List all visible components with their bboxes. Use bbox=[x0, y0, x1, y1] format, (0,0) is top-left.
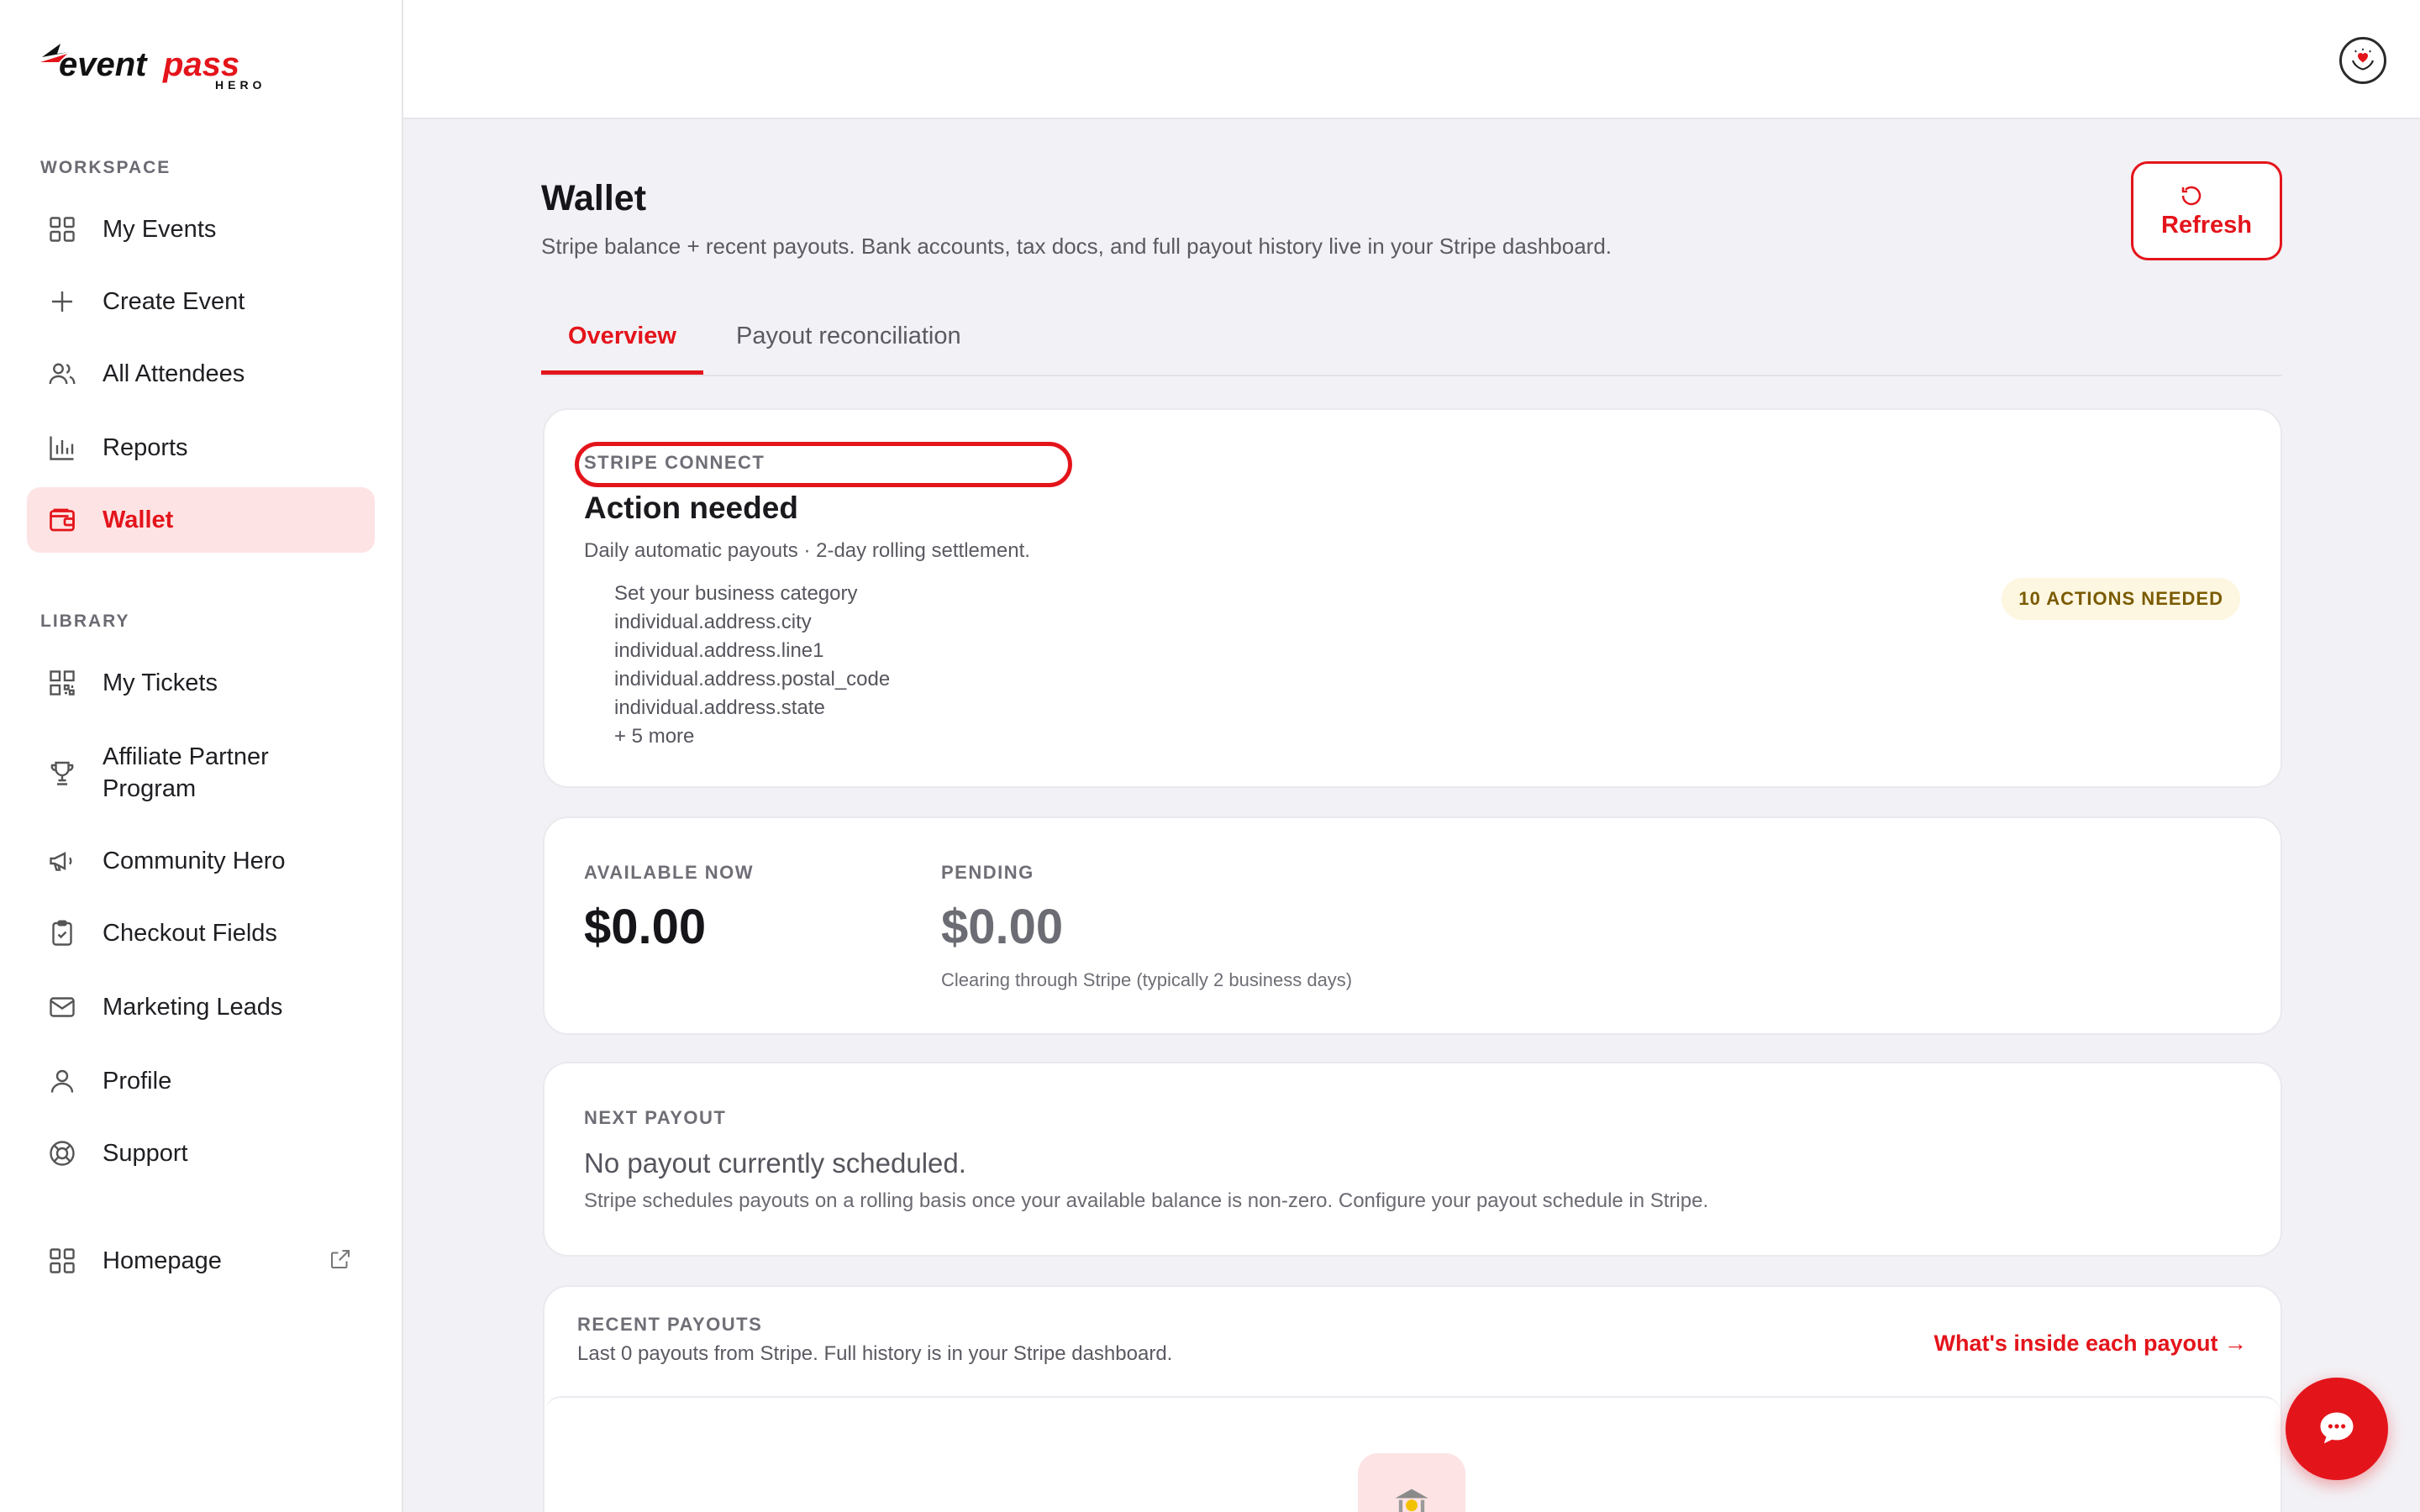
sidebar-item-label: Create Event bbox=[103, 287, 245, 315]
required-actions-list: Set your business category individual.ad… bbox=[614, 580, 890, 751]
sidebar-item-all-attendees[interactable]: All Attendees bbox=[27, 341, 375, 407]
sidebar-item-wallet[interactable]: Wallet bbox=[27, 487, 375, 553]
trophy-icon bbox=[47, 758, 77, 788]
sidebar-item-label: Wallet bbox=[103, 506, 174, 533]
sidebar-item-my-tickets[interactable]: My Tickets bbox=[27, 650, 375, 716]
sidebar-item-community-hero[interactable]: Community Hero bbox=[27, 828, 375, 894]
sidebar-item-reports[interactable]: Reports bbox=[27, 415, 375, 480]
sidebar-item-label: Support bbox=[103, 1139, 188, 1167]
wallet-icon bbox=[47, 505, 77, 535]
stripe-connect-status-title: Action needed bbox=[584, 491, 798, 525]
pending-amount: $0.00 bbox=[941, 900, 1064, 954]
clipboard-icon bbox=[47, 918, 77, 948]
workspace-section-label: WORKSPACE bbox=[40, 158, 171, 177]
next-payout-status: No payout currently scheduled. bbox=[584, 1147, 966, 1179]
page-title: Wallet bbox=[541, 178, 647, 218]
next-payout-card: NEXT PAYOUT No payout currently schedule… bbox=[543, 1062, 2282, 1257]
grid-icon bbox=[47, 1246, 77, 1276]
sidebar-item-label: My Events bbox=[103, 215, 217, 243]
pending-note: Clearing through Stripe (typically 2 bus… bbox=[941, 969, 1353, 990]
mail-icon bbox=[47, 992, 77, 1022]
refresh-icon bbox=[2181, 186, 2202, 205]
plus-icon bbox=[47, 286, 77, 317]
user-icon bbox=[47, 1066, 77, 1096]
stripe-connect-overline: STRIPE CONNECT bbox=[584, 452, 765, 473]
payout-details-link[interactable]: What's inside each payout → bbox=[1934, 1331, 2248, 1357]
svg-text:HERO: HERO bbox=[215, 78, 266, 92]
refresh-button[interactable]: Refresh bbox=[2131, 161, 2282, 260]
stripe-connect-subtitle: Daily automatic payouts · 2-day rolling … bbox=[584, 539, 1030, 562]
qr-code-icon bbox=[47, 668, 77, 698]
sidebar-item-label: Homepage bbox=[103, 1247, 222, 1274]
pending-label: PENDING bbox=[941, 862, 1034, 883]
grid-icon bbox=[47, 214, 77, 244]
page-subtitle: Stripe balance + recent payouts. Bank ac… bbox=[541, 234, 1612, 259]
avatar[interactable] bbox=[2339, 37, 2386, 84]
list-item: individual.address.line1 bbox=[614, 639, 824, 662]
top-bar bbox=[403, 0, 2420, 119]
chat-bubble-icon bbox=[2320, 1412, 2354, 1444]
actions-needed-badge: 10 ACTIONS NEEDED bbox=[2002, 578, 2240, 620]
sidebar-item-label: Marketing Leads bbox=[103, 993, 283, 1021]
lifebuoy-icon bbox=[47, 1138, 77, 1168]
sidebar-item-label: All Attendees bbox=[103, 360, 245, 387]
tab-bar: Overview Payout reconciliation bbox=[541, 311, 2282, 376]
eventpass-hero-logo[interactable]: event pass HERO bbox=[39, 37, 274, 96]
recent-payouts-overline: RECENT PAYOUTS bbox=[577, 1314, 763, 1335]
sidebar-item-label: Affiliate Partner Program bbox=[103, 743, 269, 802]
svg-text:event: event bbox=[59, 46, 148, 83]
list-item: Set your business category bbox=[614, 582, 858, 605]
bank-icon bbox=[1358, 1453, 1465, 1512]
sidebar-item-label: Reports bbox=[103, 433, 188, 461]
sidebar-item-create-event[interactable]: Create Event bbox=[27, 269, 375, 334]
megaphone-icon bbox=[47, 846, 77, 876]
stripe-connect-card: STRIPE CONNECT Action needed Daily autom… bbox=[543, 408, 2282, 788]
sidebar-item-homepage[interactable]: Homepage bbox=[27, 1228, 375, 1294]
sidebar: event pass HERO WORKSPACE My Events Crea… bbox=[0, 0, 403, 1512]
sidebar-item-marketing-leads[interactable]: Marketing Leads bbox=[27, 974, 375, 1040]
sidebar-item-label: Community Hero bbox=[103, 847, 286, 874]
next-payout-overline: NEXT PAYOUT bbox=[584, 1107, 727, 1128]
recent-payouts-card: RECENT PAYOUTS Last 0 payouts from Strip… bbox=[543, 1285, 2282, 1512]
next-payout-description: Stripe schedules payouts on a rolling ba… bbox=[584, 1189, 1709, 1212]
sidebar-item-label: Profile bbox=[103, 1067, 172, 1095]
recent-payouts-empty-state bbox=[544, 1396, 2281, 1512]
tab-overview[interactable]: Overview bbox=[541, 323, 703, 375]
sidebar-item-profile[interactable]: Profile bbox=[27, 1048, 375, 1114]
bar-chart-icon bbox=[47, 433, 77, 463]
list-item: individual.address.city bbox=[614, 611, 812, 633]
available-now-label: AVAILABLE NOW bbox=[584, 862, 754, 883]
available-amount: $0.00 bbox=[584, 900, 707, 954]
external-link-icon bbox=[328, 1247, 353, 1272]
chat-button[interactable] bbox=[2286, 1378, 2388, 1480]
more-actions-link[interactable]: + 5 more bbox=[614, 722, 890, 751]
tab-payout-reconciliation[interactable]: Payout reconciliation bbox=[736, 323, 961, 375]
refresh-label: Refresh bbox=[2161, 211, 2252, 239]
sidebar-item-affiliate-partner-program[interactable]: Affiliate Partner Program bbox=[27, 731, 375, 815]
heart-hands-icon bbox=[2352, 48, 2374, 71]
balance-card: AVAILABLE NOW $0.00 PENDING $0.00 Cleari… bbox=[543, 816, 2282, 1035]
sidebar-item-label: My Tickets bbox=[103, 669, 218, 696]
sidebar-item-label: Checkout Fields bbox=[103, 919, 277, 947]
sidebar-item-my-events[interactable]: My Events bbox=[27, 197, 375, 262]
list-item: individual.address.state bbox=[614, 696, 825, 719]
list-item: individual.address.postal_code bbox=[614, 668, 891, 690]
sidebar-item-support[interactable]: Support bbox=[27, 1121, 375, 1186]
recent-payouts-subtitle: Last 0 payouts from Stripe. Full history… bbox=[577, 1342, 1173, 1365]
sidebar-item-checkout-fields[interactable]: Checkout Fields bbox=[27, 900, 375, 966]
users-icon bbox=[47, 359, 77, 389]
library-section-label: LIBRARY bbox=[40, 612, 130, 631]
